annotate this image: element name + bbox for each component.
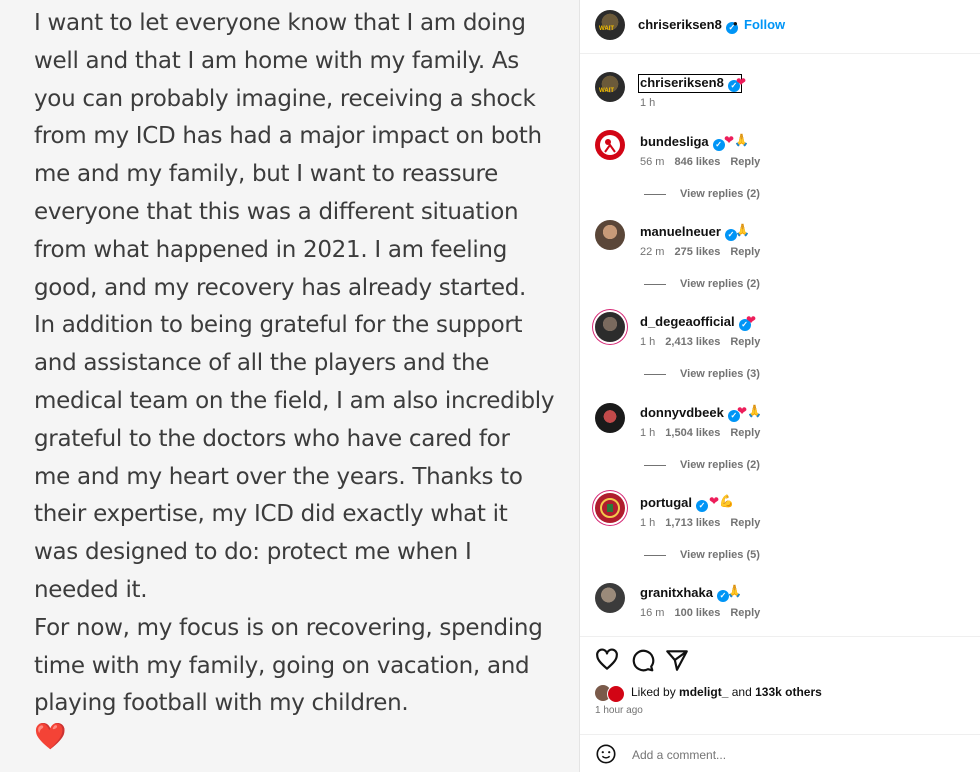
view-replies-button[interactable]: View replies (2): [644, 278, 760, 290]
comment-time: 1 h: [640, 97, 656, 109]
comment-emoji: 🙏: [727, 584, 742, 598]
comments-panel: WAIT chriseriksen8 ✓ • Follow WAIT chrise…: [580, 0, 980, 772]
comment-username[interactable]: donnyvdbeek ✓: [640, 405, 740, 422]
avatar[interactable]: [595, 403, 625, 433]
avatar[interactable]: [595, 493, 625, 523]
liked-others-link[interactable]: 133k others: [755, 685, 822, 699]
comment-username[interactable]: portugal ✓: [640, 495, 708, 512]
avatar: [607, 685, 625, 703]
like-heart-icon[interactable]: [594, 647, 620, 673]
separator-dot: •: [733, 16, 738, 31]
add-comment-input[interactable]: [630, 747, 934, 763]
reply-button[interactable]: Reply: [730, 246, 760, 258]
bundesliga-logo-icon: [600, 135, 620, 155]
comment-username[interactable]: manuelneuer ✓: [640, 224, 737, 241]
comment-emoji: ❤: [746, 313, 757, 327]
view-replies-button[interactable]: View replies (5): [644, 549, 760, 561]
view-replies-button[interactable]: View replies (3): [644, 368, 760, 380]
avatar[interactable]: [595, 130, 625, 160]
comment-username[interactable]: bundesliga ✓: [640, 134, 725, 151]
reply-button[interactable]: Reply: [730, 607, 760, 619]
like-count[interactable]: 2,413 likes: [665, 336, 720, 348]
verified-icon: ✓: [712, 139, 725, 151]
comment-time: 1 h: [640, 517, 656, 529]
share-paper-plane-icon[interactable]: [664, 647, 690, 673]
liked-by-user-link[interactable]: mdeligt_: [679, 685, 728, 699]
post-image: I want to let everyone know that I am do…: [0, 0, 579, 772]
comment-meta: 16 m 100 likes Reply: [640, 607, 760, 619]
comment-bar: [580, 734, 980, 773]
comment-bubble-icon[interactable]: [629, 647, 655, 673]
like-count[interactable]: 1,713 likes: [665, 517, 720, 529]
comment-time: 1 h: [640, 427, 656, 439]
reply-button[interactable]: Reply: [730, 427, 760, 439]
like-count[interactable]: 100 likes: [674, 607, 720, 619]
like-count[interactable]: 1,504 likes: [665, 427, 720, 439]
avatar[interactable]: [595, 583, 625, 613]
comment-emoji: ❤🙏: [737, 404, 762, 418]
liked-by-text: Liked by mdeligt_ and 133k others: [631, 685, 822, 699]
avatar[interactable]: [595, 220, 625, 250]
like-count[interactable]: 275 likes: [674, 246, 720, 258]
comment-meta: 1 h 2,413 likes Reply: [640, 336, 760, 348]
comment-meta: 56 m 846 likes Reply: [640, 156, 760, 168]
avatar[interactable]: [595, 312, 625, 342]
liked-by-avatars: [595, 685, 629, 703]
comment-meta: 1 h 1,713 likes Reply: [640, 517, 760, 529]
comment-emoji: 🙏: [735, 223, 750, 237]
comment-username[interactable]: d_degeaofficial ✓: [640, 314, 751, 331]
heart-emoji: ❤️: [34, 722, 67, 752]
comment-time: 56 m: [640, 156, 665, 168]
comment-emoji: ❤🙏: [724, 133, 749, 147]
follow-button[interactable]: Follow: [744, 17, 785, 32]
view-replies-button[interactable]: View replies (2): [644, 459, 760, 471]
comment-time: 1 h: [640, 336, 656, 348]
post-time: 1 hour ago: [595, 705, 643, 716]
emoji-smiley-icon[interactable]: [595, 743, 617, 765]
avatar[interactable]: WAIT: [595, 10, 625, 40]
comment-meta: 22 m 275 likes Reply: [640, 246, 760, 258]
header-username[interactable]: chriseriksen8 ✓: [638, 17, 738, 34]
comment-meta: 1 h 1,504 likes Reply: [640, 427, 760, 439]
comment-time: 16 m: [640, 607, 665, 619]
comment-emoji: ❤💪: [709, 494, 734, 508]
portugal-crest-icon: [600, 498, 620, 518]
reply-button[interactable]: Reply: [730, 156, 760, 168]
reply-button[interactable]: Reply: [730, 336, 760, 348]
owner-comment-username[interactable]: chriseriksen8 ✓: [638, 74, 742, 93]
avatar[interactable]: WAIT: [595, 72, 625, 102]
comment-username[interactable]: granitxhaka ✓: [640, 585, 729, 602]
view-replies-button[interactable]: View replies (2): [644, 188, 760, 200]
comment-time: 22 m: [640, 246, 665, 258]
comment-emoji: ❤: [736, 75, 747, 89]
post-header: WAIT chriseriksen8 ✓ • Follow: [580, 0, 980, 54]
like-count[interactable]: 846 likes: [674, 156, 720, 168]
verified-icon: ✓: [696, 500, 708, 512]
reply-button[interactable]: Reply: [730, 517, 760, 529]
post-caption-text: I want to let everyone know that I am do…: [34, 10, 555, 717]
